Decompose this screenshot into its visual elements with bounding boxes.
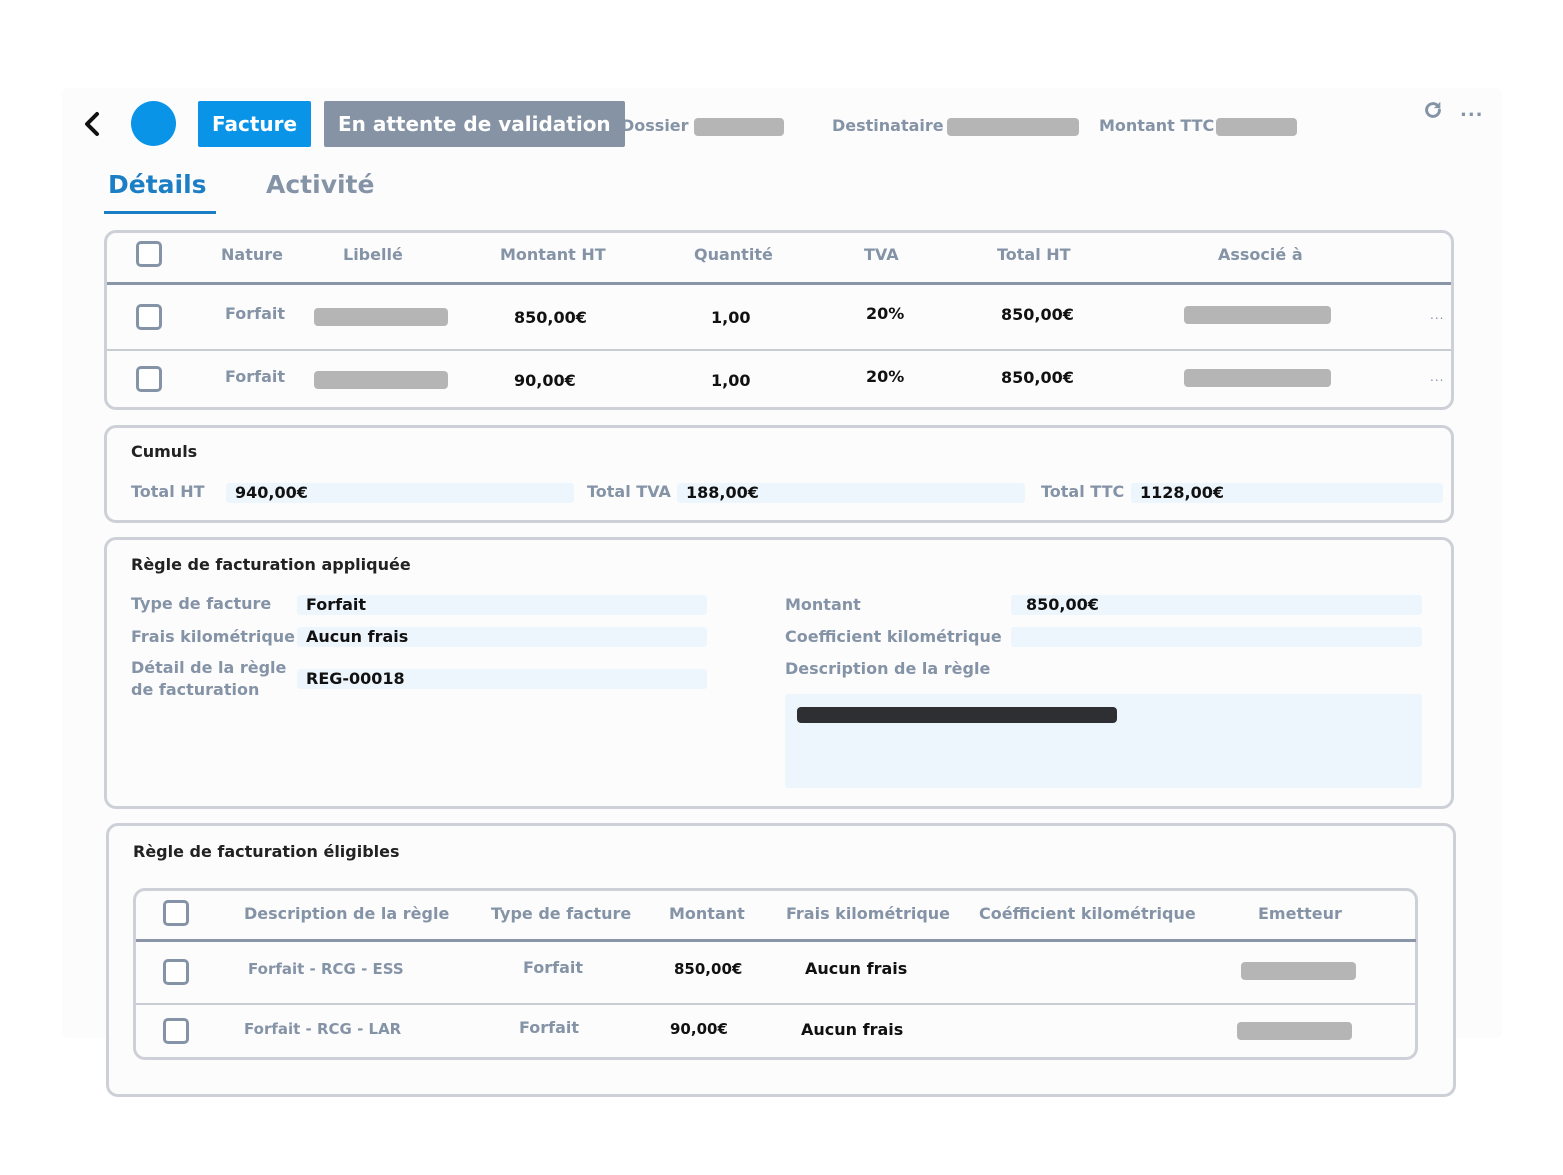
mileage-coefficient-value <box>1011 627 1422 647</box>
header-divider <box>107 282 1451 285</box>
amount-value: 850,00€ <box>1011 595 1422 615</box>
refresh-icon[interactable] <box>1422 99 1444 121</box>
row-divider <box>136 1003 1416 1005</box>
dossier-label: Dossier <box>621 116 689 135</box>
destinataire-label: Destinataire <box>832 116 944 135</box>
cell-associe-redacted <box>1184 369 1331 387</box>
active-tab-indicator <box>104 211 216 214</box>
total-tva-label: Total TVA <box>587 482 671 501</box>
row-more-icon[interactable]: ... <box>1430 370 1444 384</box>
column-header-frais: Frais kilométrique <box>786 904 951 923</box>
cell-total-ht: 850,00€ <box>1001 305 1074 324</box>
document-type-badge: Facture <box>198 101 312 147</box>
column-header-type: Type de facture <box>491 904 632 923</box>
chevron-left-icon[interactable] <box>80 108 104 140</box>
rule-description-redacted <box>797 707 1117 723</box>
cell-frais: Aucun frais <box>805 959 908 978</box>
cumuls-title: Cumuls <box>131 442 198 461</box>
cell-nature: Forfait <box>225 367 286 386</box>
invoice-type-label: Type de facture <box>131 594 272 613</box>
cell-montant-ht: 850,00€ <box>514 308 587 327</box>
cell-tva: 20% <box>866 304 905 323</box>
cell-montant-ht: 90,00€ <box>514 371 576 390</box>
eligible-rules-title: Règle de facturation éligibles <box>133 842 400 861</box>
cell-quantite: 1,00 <box>711 308 751 327</box>
cell-total-ht: 850,00€ <box>1001 368 1074 387</box>
row-more-icon[interactable]: ... <box>1430 308 1444 322</box>
column-header-montant: Montant <box>669 904 745 923</box>
mileage-fee-value: Aucun frais <box>297 627 707 647</box>
cell-montant: 850,00€ <box>674 960 743 978</box>
rule-detail-label-line2: de facturation <box>131 680 260 699</box>
montant-ttc-value-redacted <box>1216 118 1297 136</box>
column-header-coefficient: Coéfficient kilométrique <box>979 904 1196 923</box>
select-all-checkbox[interactable] <box>136 241 162 267</box>
column-header-libelle: Libellé <box>343 245 403 264</box>
column-header-tva: TVA <box>864 245 899 264</box>
cell-frais: Aucun frais <box>801 1020 904 1039</box>
column-header-associe: Associé à <box>1218 245 1303 264</box>
invoice-type-value: Forfait <box>297 595 707 615</box>
cell-associe-redacted <box>1184 306 1331 324</box>
montant-ttc-label: Montant TTC <box>1099 116 1215 135</box>
tab-details[interactable]: Détails <box>108 170 207 199</box>
total-ttc-value: 1128,00€ <box>1131 483 1443 503</box>
column-header-description: Description de la règle <box>244 904 450 923</box>
cell-type: Forfait <box>523 958 584 977</box>
cell-nature: Forfait <box>225 304 286 323</box>
column-header-quantite: Quantité <box>694 245 773 264</box>
row-checkbox[interactable] <box>163 1018 189 1044</box>
amount-label: Montant <box>785 595 861 614</box>
cell-libelle-redacted <box>314 371 448 389</box>
column-header-total-ht: Total HT <box>997 245 1071 264</box>
cell-emetteur-redacted <box>1237 1022 1352 1040</box>
total-ttc-label: Total TTC <box>1041 482 1125 501</box>
more-horizontal-icon[interactable]: ... <box>1460 100 1486 122</box>
cell-libelle-redacted <box>314 308 448 326</box>
dossier-value-redacted <box>694 118 784 136</box>
applied-rule-title: Règle de facturation appliquée <box>131 555 411 574</box>
row-divider <box>107 349 1451 351</box>
cumuls-section <box>104 425 1454 523</box>
cell-quantite: 1,00 <box>711 371 751 390</box>
row-checkbox[interactable] <box>163 959 189 985</box>
total-ht-value: 940,00€ <box>226 483 574 503</box>
status-badge: En attente de validation <box>324 101 625 147</box>
rule-detail-label-line1: Détail de la règle <box>131 658 287 677</box>
column-header-emetteur: Emetteur <box>1258 904 1342 923</box>
tab-activite[interactable]: Activité <box>266 170 374 199</box>
avatar <box>131 101 176 146</box>
rule-description-label: Description de la règle <box>785 659 991 678</box>
cell-type: Forfait <box>519 1018 580 1037</box>
column-header-montant-ht: Montant HT <box>500 245 606 264</box>
row-checkbox[interactable] <box>136 366 162 392</box>
column-header-nature: Nature <box>221 245 283 264</box>
header-divider <box>136 939 1416 942</box>
row-checkbox[interactable] <box>136 304 162 330</box>
app-canvas: Facture En attente de validation Dossier… <box>0 0 1563 1175</box>
total-tva-value: 188,00€ <box>677 483 1025 503</box>
mileage-fee-label: Frais kilométrique <box>131 627 296 646</box>
cell-description: Forfait - RCG - LAR <box>244 1020 402 1038</box>
select-all-checkbox[interactable] <box>163 900 189 926</box>
cell-description: Forfait - RCG - ESS <box>248 960 404 978</box>
cell-tva: 20% <box>866 367 905 386</box>
destinataire-value-redacted <box>947 118 1079 136</box>
cell-emetteur-redacted <box>1241 962 1356 980</box>
mileage-coefficient-label: Coefficient kilométrique <box>785 627 1002 646</box>
cell-montant: 90,00€ <box>670 1020 728 1038</box>
rule-detail-value: REG-00018 <box>297 669 707 689</box>
total-ht-label: Total HT <box>131 482 205 501</box>
